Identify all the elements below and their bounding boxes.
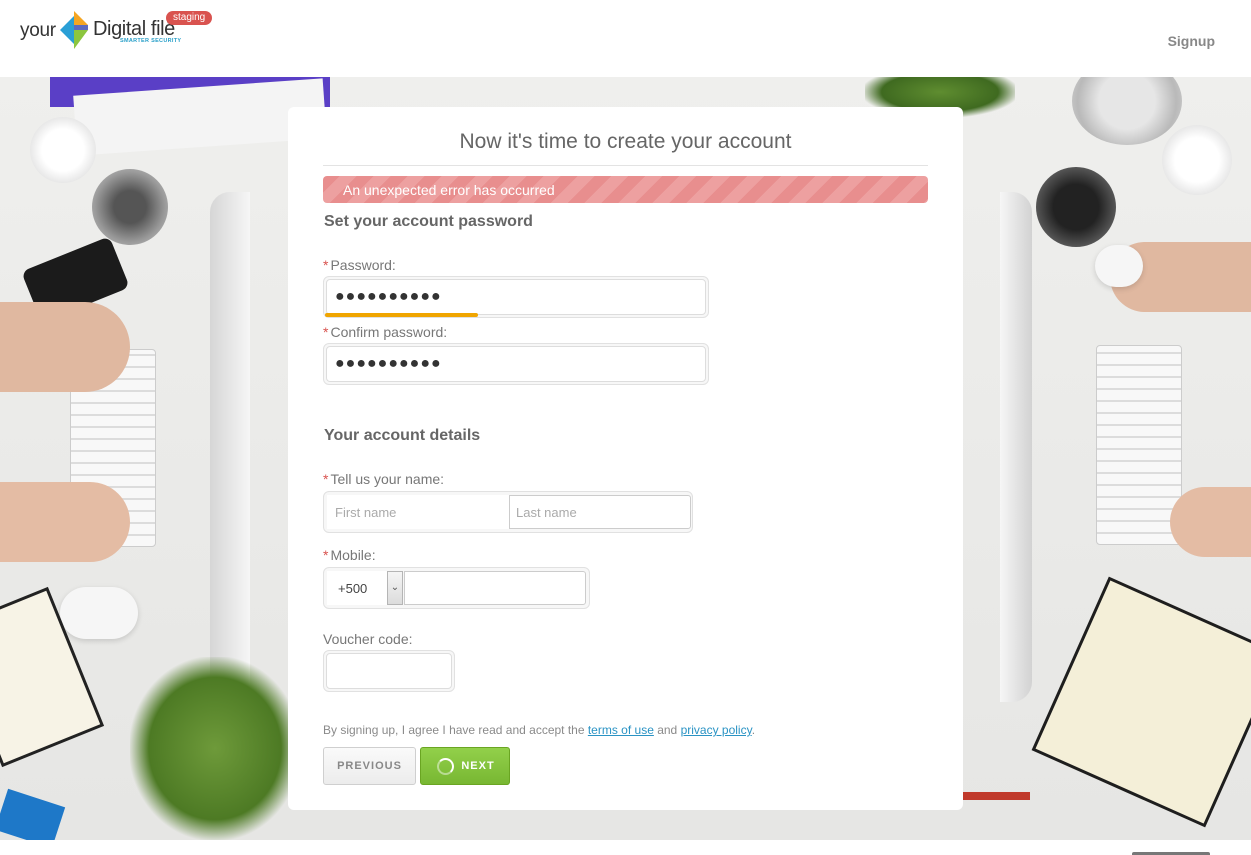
password-input[interactable] [326,279,706,315]
page-title: Now it's time to create your account [459,130,792,153]
last-name-input[interactable] [509,495,691,529]
hand-image [0,302,130,392]
pen-cup-image [92,169,168,245]
confirm-password-field-wrapper [323,343,709,385]
coffee-cup-image [1162,125,1232,195]
dial-code-select[interactable]: +500 [327,571,389,605]
coffee-cup-image [30,117,96,183]
required-asterisk: * [323,257,329,273]
hand-image [0,482,130,562]
mouse-image [1095,245,1143,287]
error-message: An unexpected error has occurred [343,182,555,198]
required-asterisk: * [323,547,329,563]
privacy-policy-link[interactable]: privacy policy [681,723,752,737]
voucher-label: Voucher code: [323,631,413,647]
first-name-input[interactable] [327,495,509,529]
mobile-label: * Mobile: [323,547,376,563]
bottom-strip [0,840,1251,855]
signup-card: Now it's time to create your account An … [288,107,963,810]
error-alert: An unexpected error has occurred [323,176,928,203]
confirm-password-input[interactable] [326,346,706,382]
brand-logo[interactable]: your Digital file ® SMARTER SECURITY sta… [20,10,220,52]
password-label: * Password: [323,257,396,273]
plant-image [130,657,300,840]
required-asterisk: * [323,471,329,487]
keyboard-image [1096,345,1182,545]
top-header: your Digital file ® SMARTER SECURITY sta… [0,0,1251,77]
hand-image [1170,487,1251,557]
required-asterisk: * [323,324,329,340]
voucher-input[interactable] [326,653,452,689]
next-button[interactable]: NEXT [420,747,510,785]
next-button-label: NEXT [461,760,495,772]
legal-notice: By signing up, I agree I have read and a… [323,723,756,737]
title-divider [323,165,928,166]
monitor-image [1000,192,1032,702]
voucher-field-wrapper [323,650,455,692]
password-section-heading: Set your account password [324,213,533,230]
terms-of-use-link[interactable]: terms of use [588,723,654,737]
signup-link[interactable]: Signup [1168,33,1215,49]
spinner-icon [437,758,454,775]
details-section-heading: Your account details [324,427,481,444]
previous-button[interactable]: PREVIOUS [323,747,416,785]
digital-file-logo-icon [60,11,88,49]
logo-tagline: SMARTER SECURITY [120,38,182,44]
mouse-image [60,587,138,639]
confirm-password-label: * Confirm password: [323,324,448,340]
name-field-group [323,491,693,533]
mobile-field-group: +500 ⌄ [323,567,590,609]
mobile-input[interactable] [404,571,586,605]
chevron-down-icon[interactable]: ⌄ [387,571,403,605]
logo-text-your: your [20,20,56,41]
staging-badge: staging [166,11,213,25]
password-field-wrapper [323,276,709,318]
password-strength-bar [325,313,478,317]
name-label: * Tell us your name: [323,471,445,487]
pen-cup-image [1036,167,1116,247]
